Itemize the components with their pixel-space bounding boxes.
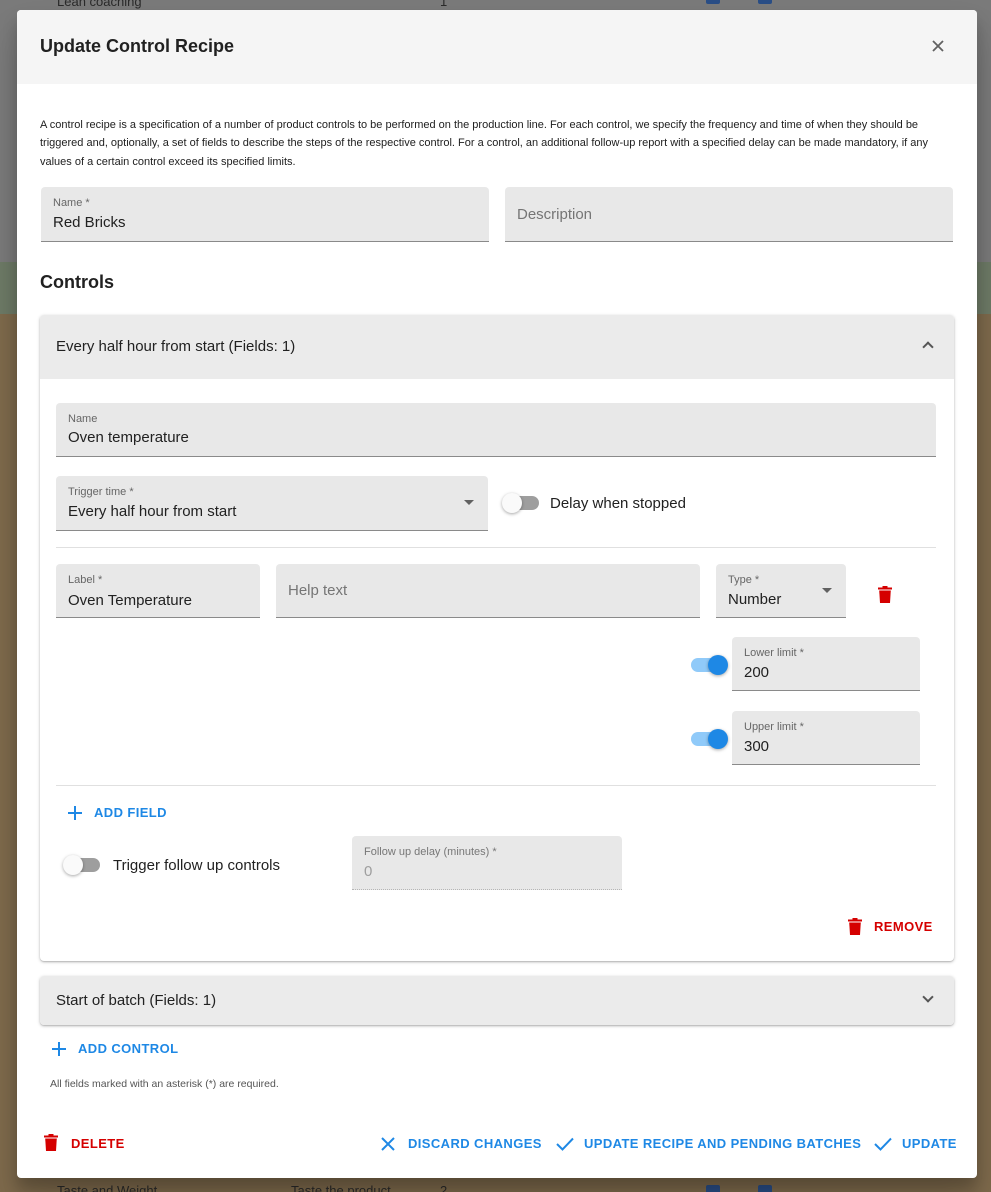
field-label: Type *	[728, 574, 760, 586]
field-value: Oven Temperature	[68, 592, 192, 609]
discard-changes-label: DISCARD CHANGES	[408, 1136, 542, 1151]
field-label: Lower limit *	[744, 647, 804, 659]
add-control-label: ADD CONTROL	[78, 1041, 179, 1056]
add-field-button[interactable]: ADD FIELD	[68, 805, 178, 823]
trigger-time-select[interactable]: Trigger time * Every half hour from star…	[56, 476, 488, 531]
delay-when-stopped-label: Delay when stopped	[550, 495, 686, 512]
background-cell: Taste and Weight	[57, 1183, 158, 1192]
add-field-label: ADD FIELD	[94, 805, 167, 820]
recipe-description-field[interactable]: Description	[505, 187, 953, 242]
control-panel: Every half hour from start (Fields: 1) N…	[40, 315, 954, 961]
document-icon	[706, 0, 720, 4]
chevron-down-icon	[922, 991, 934, 1003]
delete-field-button[interactable]	[878, 586, 892, 603]
toggle-thumb	[708, 729, 728, 749]
help-text-input[interactable]: Help text	[276, 564, 700, 618]
remove-control-label: REMOVE	[874, 919, 933, 934]
toggle-thumb	[502, 493, 522, 513]
close-icon	[932, 40, 944, 52]
update-button[interactable]: UPDATE	[874, 1136, 956, 1154]
add-control-button[interactable]: ADD CONTROL	[52, 1041, 182, 1059]
trigger-follow-up-toggle[interactable]	[63, 855, 103, 875]
field-value: 200	[744, 664, 770, 681]
control-panel-header[interactable]: Every half hour from start (Fields: 1)	[40, 315, 954, 379]
toggle-thumb	[63, 855, 83, 875]
field-label: Name	[68, 413, 98, 425]
follow-up-delay-input: Follow up delay (minutes) * 0	[352, 836, 622, 890]
controls-heading: Controls	[40, 272, 114, 292]
plus-icon	[52, 1042, 66, 1056]
intro-text: A control recipe is a specification of a…	[40, 119, 929, 168]
x-icon	[381, 1137, 395, 1151]
field-value: 300	[744, 738, 770, 755]
control-panel-title: Start of batch (Fields: 1)	[56, 992, 217, 1009]
background-cell: Lean coaching	[57, 0, 142, 9]
remove-control-button[interactable]: REMOVE	[848, 917, 940, 937]
check-icon	[556, 1137, 574, 1151]
dialog-header: Update Control Recipe	[17, 10, 977, 84]
background-row: Taste and Weight Taste the product 2	[0, 1183, 991, 1192]
trash-icon	[44, 1134, 58, 1151]
control-panel: Start of batch (Fields: 1)	[40, 976, 954, 1025]
required-fields-note: All fields marked with an asterisk (*) a…	[50, 1078, 279, 1090]
trash-icon	[848, 918, 862, 935]
field-label-input[interactable]: Label * Oven Temperature	[56, 564, 260, 618]
field-label: Name *	[53, 197, 90, 209]
edit-icon	[758, 1185, 772, 1192]
control-name-field[interactable]: Name Oven temperature	[56, 403, 936, 457]
discard-changes-button[interactable]: DISCARD CHANGES	[381, 1136, 541, 1154]
delay-when-stopped-toggle[interactable]	[502, 493, 542, 513]
update-recipe-and-pending-batches-button[interactable]: UPDATE RECIPE AND PENDING BATCHES	[556, 1136, 861, 1154]
field-placeholder: Help text	[288, 582, 348, 599]
update-control-recipe-dialog: Update Control Recipe A control recipe i…	[17, 10, 977, 1178]
toggle-thumb	[708, 655, 728, 675]
caret-down-icon	[822, 588, 832, 593]
field-value: Number	[728, 591, 782, 608]
edit-icon	[758, 0, 772, 4]
field-value: Every half hour from start	[68, 503, 237, 520]
caret-down-icon	[464, 500, 474, 505]
field-placeholder: Description	[517, 206, 593, 223]
control-panel-header[interactable]: Start of batch (Fields: 1)	[40, 976, 954, 1025]
chevron-up-icon	[922, 341, 934, 353]
field-label: Label *	[68, 574, 103, 586]
dialog-title: Update Control Recipe	[40, 36, 235, 56]
trigger-follow-up-label: Trigger follow up controls	[113, 857, 281, 874]
field-type-select[interactable]: Type * Number	[716, 564, 846, 618]
update-recipe-and-pending-batches-label: UPDATE RECIPE AND PENDING BATCHES	[584, 1136, 862, 1151]
recipe-name-field[interactable]: Name * Red Bricks	[41, 187, 489, 242]
background-cell: 2	[440, 1183, 448, 1192]
check-icon	[874, 1137, 892, 1151]
control-panel-title: Every half hour from start (Fields: 1)	[56, 338, 296, 355]
divider	[56, 547, 936, 548]
delete-label: DELETE	[71, 1136, 125, 1151]
background-cell: Taste the product	[291, 1183, 391, 1192]
lower-limit-toggle[interactable]	[688, 655, 728, 675]
upper-limit-toggle[interactable]	[688, 729, 728, 749]
document-icon	[706, 1185, 720, 1192]
field-value: Red Bricks	[53, 214, 126, 231]
field-value: 0	[364, 863, 373, 880]
delete-button[interactable]: DELETE	[44, 1134, 124, 1154]
plus-icon	[68, 806, 82, 820]
close-button[interactable]	[929, 37, 947, 55]
lower-limit-input[interactable]: Lower limit * 200	[732, 637, 920, 691]
divider	[56, 785, 936, 786]
field-value: Oven temperature	[68, 429, 189, 446]
background-cell: 1	[440, 0, 448, 9]
field-label: Follow up delay (minutes) *	[364, 846, 497, 858]
field-label: Trigger time *	[68, 486, 134, 498]
trash-icon	[878, 586, 892, 603]
field-label: Upper limit *	[744, 721, 804, 733]
upper-limit-input[interactable]: Upper limit * 300	[732, 711, 920, 765]
update-label: UPDATE	[902, 1136, 957, 1151]
